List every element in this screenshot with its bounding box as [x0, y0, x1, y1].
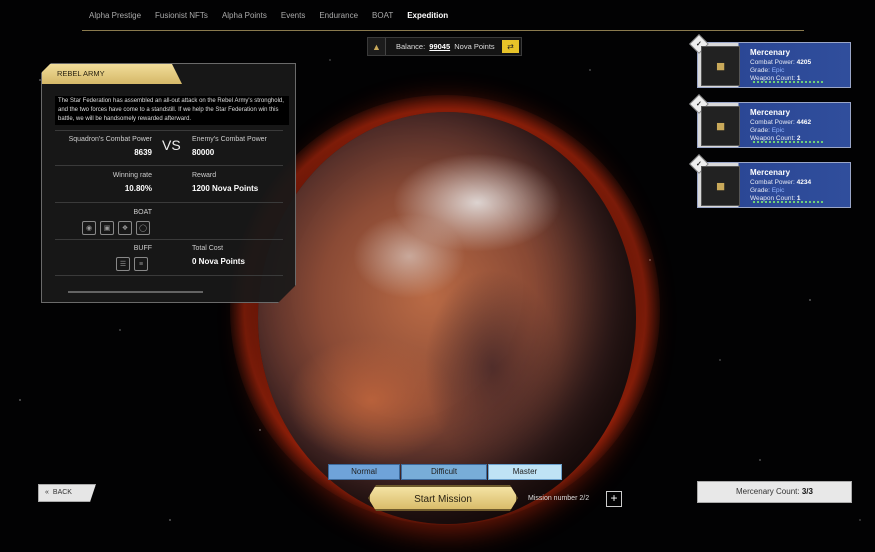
balance-label: Balance:: [396, 42, 426, 51]
mercenary-card-1[interactable]: ✓ ■ Mercenary Combat Power: 4205 Grade: …: [689, 34, 851, 88]
buff-2-icon: ≡: [134, 257, 148, 271]
status-bar: [753, 81, 823, 85]
mercenary-name: Mercenary: [750, 168, 791, 177]
enemy-power-value: 80000: [192, 148, 215, 157]
start-mission-button[interactable]: Start Mission: [368, 485, 518, 511]
balance-value[interactable]: 99045: [429, 42, 450, 51]
mercenary-power: Combat Power: 4462: [750, 119, 812, 126]
total-cost-label: Total Cost: [192, 245, 224, 252]
winning-rate-value: 10.80%: [124, 184, 152, 193]
alpha-logo-icon: ▲: [368, 38, 386, 55]
buff-1-icon: ☰: [116, 257, 130, 271]
planet: [258, 112, 636, 524]
mission-number: Mission number 2/2: [528, 495, 590, 502]
top-nav: Alpha Prestige Fusionist NFTs Alpha Poin…: [82, 0, 804, 31]
tab-endurance[interactable]: Endurance: [312, 11, 365, 20]
tab-alpha-points[interactable]: Alpha Points: [215, 11, 274, 20]
mercenary-power: Combat Power: 4205: [750, 59, 812, 66]
difficulty-difficult-button[interactable]: Difficult: [401, 464, 487, 480]
tab-expedition[interactable]: Expedition: [400, 11, 455, 20]
boat-slot-2-icon[interactable]: ▣: [100, 221, 114, 235]
balance-text: Balance: 99045 Nova Points: [386, 42, 502, 51]
mercenary-count-label: Mercenary Count:: [736, 487, 800, 496]
mercenary-portrait: ■: [701, 166, 740, 206]
difficulty-master-button[interactable]: Master: [488, 464, 562, 480]
buff-label: BUFF: [133, 245, 152, 252]
boat-slot-1-icon[interactable]: ◉: [82, 221, 96, 235]
mercenary-name: Mercenary: [750, 48, 791, 57]
mission-description: The Star Federation has assembled an all…: [55, 96, 289, 125]
mission-title: REBEL ARMY: [42, 64, 182, 84]
balance-bar: ▲ Balance: 99045 Nova Points ⇄: [367, 37, 522, 56]
tab-events[interactable]: Events: [274, 11, 312, 20]
mission-panel: REBEL ARMY The Star Federation has assem…: [41, 63, 296, 303]
tab-boat[interactable]: BOAT: [365, 11, 400, 20]
squad-power-value: 8639: [134, 148, 152, 157]
double-chevron-left-icon: «: [45, 489, 49, 496]
divider: [55, 275, 283, 276]
boat-slot-4-icon[interactable]: ◯: [136, 221, 150, 235]
boat-label: BOAT: [133, 209, 152, 216]
balance-unit: Nova Points: [454, 42, 495, 51]
total-cost-value: 0 Nova Points: [192, 257, 245, 266]
divider: [55, 202, 283, 203]
mercenary-grade: Grade: Epic: [750, 67, 785, 74]
divider: [55, 239, 283, 240]
mercenary-card-3[interactable]: ✓ ■ Mercenary Combat Power: 4234 Grade: …: [689, 154, 851, 208]
tab-alpha-prestige[interactable]: Alpha Prestige: [82, 11, 148, 20]
reward-value: 1200 Nova Points: [192, 184, 259, 193]
status-bar: [753, 201, 823, 205]
boat-slot-3-icon[interactable]: ❖: [118, 221, 132, 235]
mercenary-power: Combat Power: 4234: [750, 179, 812, 186]
mercenary-name: Mercenary: [750, 108, 791, 117]
reward-label: Reward: [192, 172, 217, 179]
difficulty-normal-button[interactable]: Normal: [328, 464, 400, 480]
tab-fusionist-nfts[interactable]: Fusionist NFTs: [148, 11, 215, 20]
mercenary-count: Mercenary Count: 3/3: [697, 481, 852, 503]
back-label: BACK: [52, 489, 72, 496]
mercenary-count-value: 3/3: [801, 487, 813, 496]
boat-slots: ◉ ▣ ❖ ◯: [82, 221, 150, 235]
squad-power-label: Squadron's Combat Power: [68, 136, 152, 143]
mercenary-portrait: ■: [701, 106, 740, 146]
mercenary-grade: Grade: Epic: [750, 187, 785, 194]
panel-decoration: [68, 291, 203, 299]
back-button[interactable]: «BACK: [38, 484, 96, 502]
mercenary-card-2[interactable]: ✓ ■ Mercenary Combat Power: 4462 Grade: …: [689, 94, 851, 148]
swap-icon[interactable]: ⇄: [502, 40, 519, 53]
winning-rate-label: Winning rate: [112, 172, 152, 179]
enemy-power-label: Enemy's Combat Power: [192, 136, 267, 143]
vs-label: VS: [162, 137, 181, 153]
add-mission-button[interactable]: +: [606, 491, 622, 507]
status-bar: [753, 141, 823, 145]
divider: [55, 165, 283, 166]
mercenary-grade: Grade: Epic: [750, 127, 785, 134]
mercenary-portrait: ■: [701, 46, 740, 86]
buff-icons: ☰ ≡: [116, 257, 148, 271]
divider: [55, 130, 283, 131]
